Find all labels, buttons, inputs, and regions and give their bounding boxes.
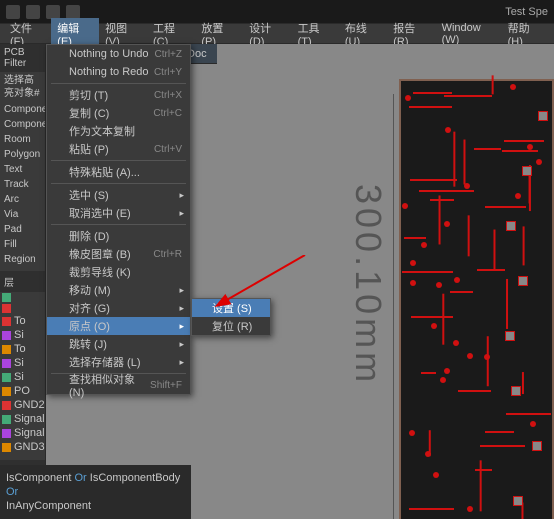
object-item[interactable]: Compone <box>0 102 45 117</box>
menu-item[interactable]: 特殊粘贴 (A)... <box>47 163 190 181</box>
layer-item[interactable] <box>0 292 45 303</box>
origin-submenu: 设置 (S)复位 (R) <box>191 298 271 336</box>
menu-bar: 文件 (F)编辑 (E)视图 (V)工程 (C)放置 (P)设计 (D)工具 (… <box>0 24 554 44</box>
menu-item: 作为文本复制 <box>47 122 190 140</box>
tool-icon[interactable] <box>46 5 60 19</box>
layer-item[interactable]: PO <box>0 384 45 398</box>
object-item[interactable]: Text <box>0 162 45 177</box>
edit-menu: Nothing to UndoCtrl+ZNothing to RedoCtrl… <box>46 44 191 395</box>
submenu-item[interactable]: 复位 (R) <box>192 317 270 335</box>
object-item[interactable]: Via <box>0 207 45 222</box>
panel-header: PCB Filter <box>0 44 45 72</box>
menu-item[interactable]: 选择存储器 (L) <box>47 353 190 371</box>
dimension-text: 300.10mm <box>347 184 389 386</box>
menu-item[interactable]: 原点 (O) <box>47 317 190 335</box>
menu-item[interactable]: 裁剪导线 (K) <box>47 263 190 281</box>
layer-item[interactable]: GND3 <box>0 440 45 454</box>
menu-item[interactable]: 对齐 (G) <box>47 299 190 317</box>
window-title: Test Spe <box>505 6 548 18</box>
object-item[interactable]: Track <box>0 177 45 192</box>
object-item[interactable]: Pad <box>0 222 45 237</box>
object-item[interactable]: Fill <box>0 237 45 252</box>
menu-item[interactable]: 查找相似对象 (N)Shift+F <box>47 376 190 394</box>
layer-item[interactable]: Si <box>0 328 45 342</box>
object-item[interactable]: Arc <box>0 192 45 207</box>
menu-item[interactable]: 粘贴 (P)Ctrl+V <box>47 140 190 158</box>
filter-expression[interactable]: IsComponent Or IsComponentBody Or InAnyC… <box>0 465 191 519</box>
layer-item[interactable]: GND2 <box>0 398 45 412</box>
select-label: 选择高亮对象# <box>0 72 45 102</box>
tool-icon[interactable] <box>66 5 80 19</box>
layers-header: 层 <box>0 271 45 292</box>
menu-item: Nothing to UndoCtrl+Z <box>47 45 190 63</box>
dimension-line <box>393 94 394 519</box>
object-item[interactable]: Room <box>0 132 45 147</box>
layer-item[interactable]: Signal6 <box>0 412 45 426</box>
layer-item[interactable]: To <box>0 342 45 356</box>
layer-item[interactable]: To <box>0 314 45 328</box>
layer-item[interactable]: Si <box>0 370 45 384</box>
menu-item: 复制 (C)Ctrl+C <box>47 104 190 122</box>
left-panel: PCB Filter 选择高亮对象# ComponeComponeRoomPol… <box>0 44 46 519</box>
object-item[interactable]: Compone <box>0 117 45 132</box>
tool-icon[interactable] <box>26 5 40 19</box>
menu-item: Nothing to RedoCtrl+Y <box>47 63 190 81</box>
menu-item[interactable]: 取消选中 (E) <box>47 204 190 222</box>
layer-item[interactable] <box>0 303 45 314</box>
toolbar-icons <box>6 5 80 19</box>
object-item[interactable]: Polygon <box>0 147 45 162</box>
submenu-item[interactable]: 设置 (S) <box>192 299 270 317</box>
menu-item[interactable]: 选中 (S) <box>47 186 190 204</box>
app-icon <box>6 5 20 19</box>
menu-item: 橡皮图章 (B)Ctrl+R <box>47 245 190 263</box>
menu-item[interactable]: 删除 (D) <box>47 227 190 245</box>
object-item[interactable]: Region <box>0 252 45 267</box>
menu-item: 剪切 (T)Ctrl+X <box>47 86 190 104</box>
menu-item[interactable]: 跳转 (J) <box>47 335 190 353</box>
menu-item[interactable]: 移动 (M) <box>47 281 190 299</box>
pcb-board[interactable] <box>399 79 554 519</box>
layer-item[interactable]: Signal3 <box>0 426 45 440</box>
layer-item[interactable]: Si <box>0 356 45 370</box>
